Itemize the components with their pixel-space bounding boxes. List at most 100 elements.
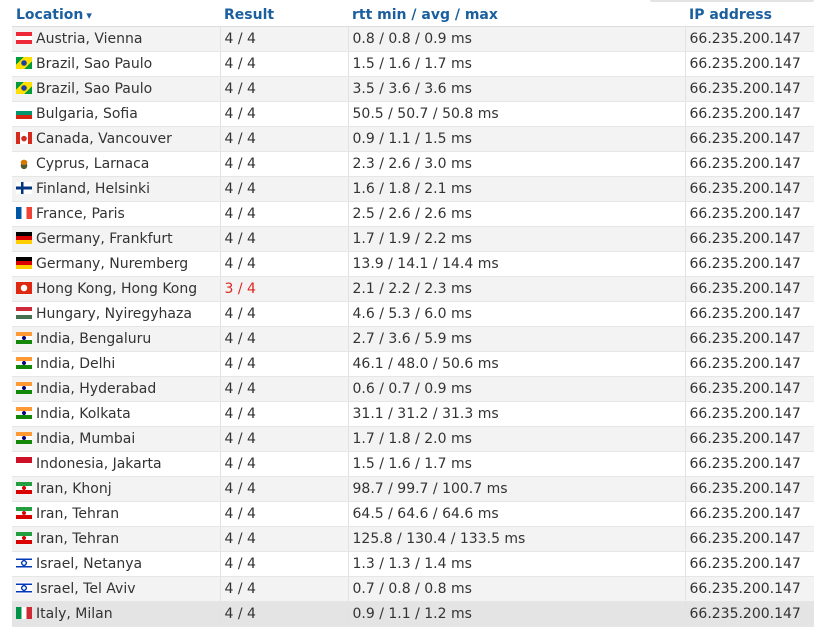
location-label: Germany, Frankfurt bbox=[36, 231, 173, 247]
cell-rtt: 0.7 / 0.8 / 0.8 ms bbox=[348, 576, 686, 602]
cell-ip-address: 66.235.200.147 bbox=[685, 126, 814, 152]
scroll-shadow-strip bbox=[650, 0, 814, 2]
cell-ip-address: 66.235.200.147 bbox=[685, 301, 814, 327]
sort-descending-icon[interactable]: ▾ bbox=[86, 9, 92, 22]
location-label: Austria, Vienna bbox=[36, 31, 143, 47]
cell-ip-address: 66.235.200.147 bbox=[685, 226, 814, 252]
location-label: India, Bengaluru bbox=[36, 331, 152, 347]
cell-ip-address: 66.235.200.147 bbox=[685, 26, 814, 52]
cell-ip-address: 66.235.200.147 bbox=[685, 526, 814, 552]
cell-rtt: 0.8 / 0.8 / 0.9 ms bbox=[348, 26, 686, 52]
location-label: Cyprus, Larnaca bbox=[36, 156, 150, 172]
cell-rtt: 1.7 / 1.9 / 2.2 ms bbox=[348, 226, 686, 252]
cell-rtt: 1.5 / 1.6 / 1.7 ms bbox=[348, 451, 686, 477]
hu-flag-icon bbox=[16, 307, 32, 319]
in-flag-icon bbox=[16, 432, 32, 444]
ir-flag-icon bbox=[16, 482, 32, 494]
location-label: Brazil, Sao Paulo bbox=[36, 81, 153, 97]
location-label: Brazil, Sao Paulo bbox=[36, 56, 153, 72]
location-label: Iran, Tehran bbox=[36, 506, 120, 522]
location-label: Germany, Nuremberg bbox=[36, 256, 189, 272]
location-label: France, Paris bbox=[36, 206, 125, 222]
cell-result: 4 / 4 bbox=[220, 76, 349, 102]
in-flag-icon bbox=[16, 407, 32, 419]
table-row: India, Hyderabad 4 / 4 0.6 / 0.7 / 0.9 ms 6… bbox=[12, 376, 814, 402]
cell-ip-address: 66.235.200.147 bbox=[685, 276, 814, 302]
table-row: India, Kolkata 4 / 4 31.1 / 31.2 / 31.3 ms… bbox=[12, 401, 814, 427]
location-label: Bulgaria, Sofia bbox=[36, 106, 138, 122]
column-header-location-label: Location bbox=[16, 6, 84, 23]
table-header-row: Location ▾ Result rtt min / avg / max IP … bbox=[12, 3, 814, 27]
cell-ip-address: 66.235.200.147 bbox=[685, 76, 814, 102]
table-row: Cyprus, Larnaca 4 / 4 2.3 / 2.6 / 3.0 ms 66… bbox=[12, 151, 814, 177]
cell-result: 4 / 4 bbox=[220, 51, 349, 77]
id-flag-icon bbox=[16, 457, 32, 469]
cell-rtt: 50.5 / 50.7 / 50.8 ms bbox=[348, 101, 686, 127]
cell-location: France, Paris bbox=[12, 201, 221, 227]
cell-location: Iran, Tehran bbox=[12, 526, 221, 552]
cell-ip-address: 66.235.200.147 bbox=[685, 351, 814, 377]
cell-location: Iran, Khonj bbox=[12, 476, 221, 502]
at-flag-icon bbox=[16, 32, 32, 44]
table-row: Israel, Tel Aviv 4 / 4 0.7 / 0.8 / 0.8 ms 6… bbox=[12, 576, 814, 602]
it-flag-icon bbox=[16, 607, 32, 619]
cell-ip-address: 66.235.200.147 bbox=[685, 426, 814, 452]
cell-ip-address: 66.235.200.147 bbox=[685, 501, 814, 527]
cell-rtt: 125.8 / 130.4 / 133.5 ms bbox=[348, 526, 686, 552]
cell-location: Hong Kong, Hong Kong bbox=[12, 276, 221, 302]
table-row: India, Mumbai 4 / 4 1.7 / 1.8 / 2.0 ms 66.2… bbox=[12, 426, 814, 452]
cell-result: 4 / 4 bbox=[220, 376, 349, 402]
cell-ip-address: 66.235.200.147 bbox=[685, 576, 814, 602]
cell-location: Israel, Tel Aviv bbox=[12, 576, 221, 602]
cell-location: Brazil, Sao Paulo bbox=[12, 76, 221, 102]
cell-rtt: 2.5 / 2.6 / 2.6 ms bbox=[348, 201, 686, 227]
cell-ip-address: 66.235.200.147 bbox=[685, 476, 814, 502]
column-header-rtt[interactable]: rtt min / avg / max bbox=[348, 3, 685, 27]
cell-result: 4 / 4 bbox=[220, 551, 349, 577]
cell-result: 4 / 4 bbox=[220, 301, 349, 327]
location-label: Indonesia, Jakarta bbox=[36, 456, 162, 472]
table-row: India, Bengaluru 4 / 4 2.7 / 3.6 / 5.9 ms 6… bbox=[12, 326, 814, 352]
cell-rtt: 0.9 / 1.1 / 1.5 ms bbox=[348, 126, 686, 152]
cell-result: 4 / 4 bbox=[220, 226, 349, 252]
cell-result: 4 / 4 bbox=[220, 601, 349, 627]
cell-ip-address: 66.235.200.147 bbox=[685, 101, 814, 127]
location-label: India, Kolkata bbox=[36, 406, 131, 422]
cell-location: Hungary, Nyiregyhaza bbox=[12, 301, 221, 327]
cell-result: 4 / 4 bbox=[220, 351, 349, 377]
table-row: Germany, Nuremberg 4 / 4 13.9 / 14.1 / 14.… bbox=[12, 251, 814, 277]
column-header-location[interactable]: Location ▾ bbox=[12, 3, 220, 27]
table-row: Germany, Frankfurt 4 / 4 1.7 / 1.9 / 2.2 m… bbox=[12, 226, 814, 252]
table-row: Brazil, Sao Paulo 4 / 4 3.5 / 3.6 / 3.6 ms… bbox=[12, 76, 814, 102]
cell-location: India, Mumbai bbox=[12, 426, 221, 452]
cell-rtt: 3.5 / 3.6 / 3.6 ms bbox=[348, 76, 686, 102]
cell-location: Iran, Tehran bbox=[12, 501, 221, 527]
table-row: Iran, Tehran 4 / 4 64.5 / 64.6 / 64.6 ms 66… bbox=[12, 501, 814, 527]
cell-rtt: 2.7 / 3.6 / 5.9 ms bbox=[348, 326, 686, 352]
location-label: India, Hyderabad bbox=[36, 381, 157, 397]
cell-result: 4 / 4 bbox=[220, 101, 349, 127]
cell-result: 4 / 4 bbox=[220, 501, 349, 527]
in-flag-icon bbox=[16, 382, 32, 394]
il-flag-icon bbox=[16, 582, 32, 594]
cell-result: 4 / 4 bbox=[220, 26, 349, 52]
cell-result: 4 / 4 bbox=[220, 251, 349, 277]
location-label: Italy, Milan bbox=[36, 606, 113, 622]
br-flag-icon bbox=[16, 82, 32, 94]
table-row: India, Delhi 4 / 4 46.1 / 48.0 / 50.6 ms 66… bbox=[12, 351, 814, 377]
cell-ip-address: 66.235.200.147 bbox=[685, 376, 814, 402]
cell-location: India, Delhi bbox=[12, 351, 221, 377]
column-header-result[interactable]: Result bbox=[220, 3, 348, 27]
cell-result: 4 / 4 bbox=[220, 401, 349, 427]
cell-ip-address: 66.235.200.147 bbox=[685, 601, 814, 627]
location-label: India, Delhi bbox=[36, 356, 116, 372]
hk-flag-icon bbox=[16, 282, 32, 294]
ir-flag-icon bbox=[16, 532, 32, 544]
column-header-ip[interactable]: IP address bbox=[685, 3, 814, 27]
cell-ip-address: 66.235.200.147 bbox=[685, 251, 814, 277]
il-flag-icon bbox=[16, 557, 32, 569]
cell-rtt: 0.9 / 1.1 / 1.2 ms bbox=[348, 601, 686, 627]
cell-location: Cyprus, Larnaca bbox=[12, 151, 221, 177]
cell-location: India, Kolkata bbox=[12, 401, 221, 427]
cell-result: 4 / 4 bbox=[220, 126, 349, 152]
